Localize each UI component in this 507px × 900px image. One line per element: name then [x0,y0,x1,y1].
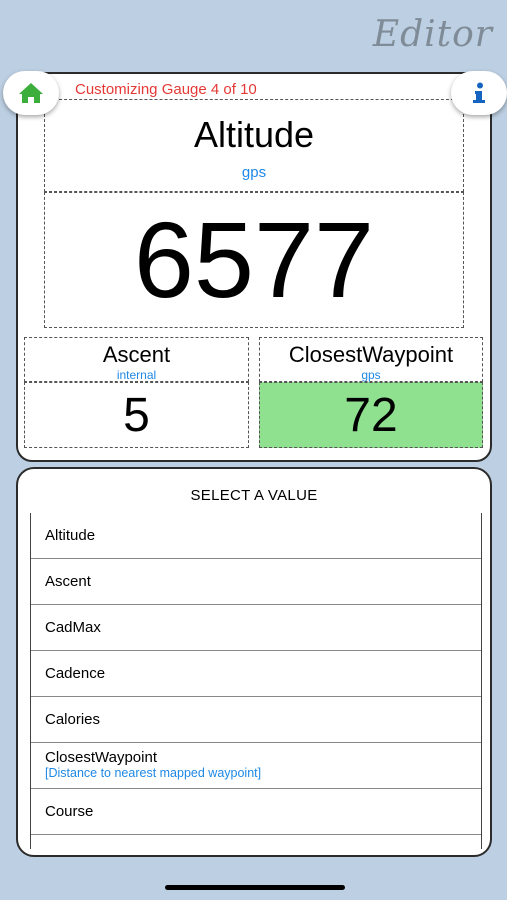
list-item-closestwaypoint[interactable]: ClosestWaypoint [Distance to nearest map… [31,743,481,789]
list-item-altitude[interactable]: Altitude [31,513,481,559]
editor-title: Editor [372,14,493,55]
list-item-label: Calories [45,711,101,728]
left-gauge-title-cell[interactable]: Ascent internal [24,337,249,382]
list-item-ascent[interactable]: Ascent [31,559,481,605]
right-gauge-value: 72 [344,389,398,442]
list-item-cadmax[interactable]: CadMax [31,605,481,651]
main-gauge-title: Altitude [193,114,315,155]
right-gauge-value-cell-selected[interactable]: 72 [259,382,483,448]
home-icon [19,83,43,103]
left-gauge-value-cell[interactable]: 5 [24,382,249,448]
right-gauge-source: gps [361,368,381,382]
list-item-label: Altitude [45,527,96,544]
value-list[interactable]: Altitude Ascent CadMax Cadence Calories … [30,513,482,849]
select-value-panel: SELECT A VALUE Altitude Ascent CadMax Ca… [16,467,492,857]
home-indicator[interactable] [165,885,345,890]
info-icon [473,82,485,103]
main-gauge-title-cell[interactable]: Altitude gps [44,99,464,192]
list-item-label: CadMax [45,619,101,636]
list-item-label: Course [45,803,94,820]
left-gauge-source: internal [116,368,157,382]
list-item-label: Cadence [45,665,106,682]
right-gauge-title: ClosestWaypoint [288,342,454,367]
left-gauge-title: Ascent [102,342,171,367]
list-item-cadence[interactable]: Cadence [31,651,481,697]
customizing-status: Customizing Gauge 4 of 10 [75,81,257,98]
select-heading: SELECT A VALUE [190,487,318,504]
main-gauge-source: gps [241,164,267,181]
list-item-calories[interactable]: Calories [31,697,481,743]
home-button[interactable] [3,71,59,115]
info-button[interactable] [451,71,507,115]
left-gauge-value: 5 [123,389,150,442]
right-gauge-title-cell[interactable]: ClosestWaypoint gps [259,337,483,382]
list-item-course[interactable]: Course [31,789,481,835]
list-item-label: Ascent [45,573,91,590]
main-gauge-value: 6577 [133,199,375,320]
list-item-description: [Distance to nearest mapped waypoint] [45,766,262,780]
list-item-label: ClosestWaypoint [45,749,157,766]
main-gauge-value-cell[interactable]: 6577 [44,192,464,328]
